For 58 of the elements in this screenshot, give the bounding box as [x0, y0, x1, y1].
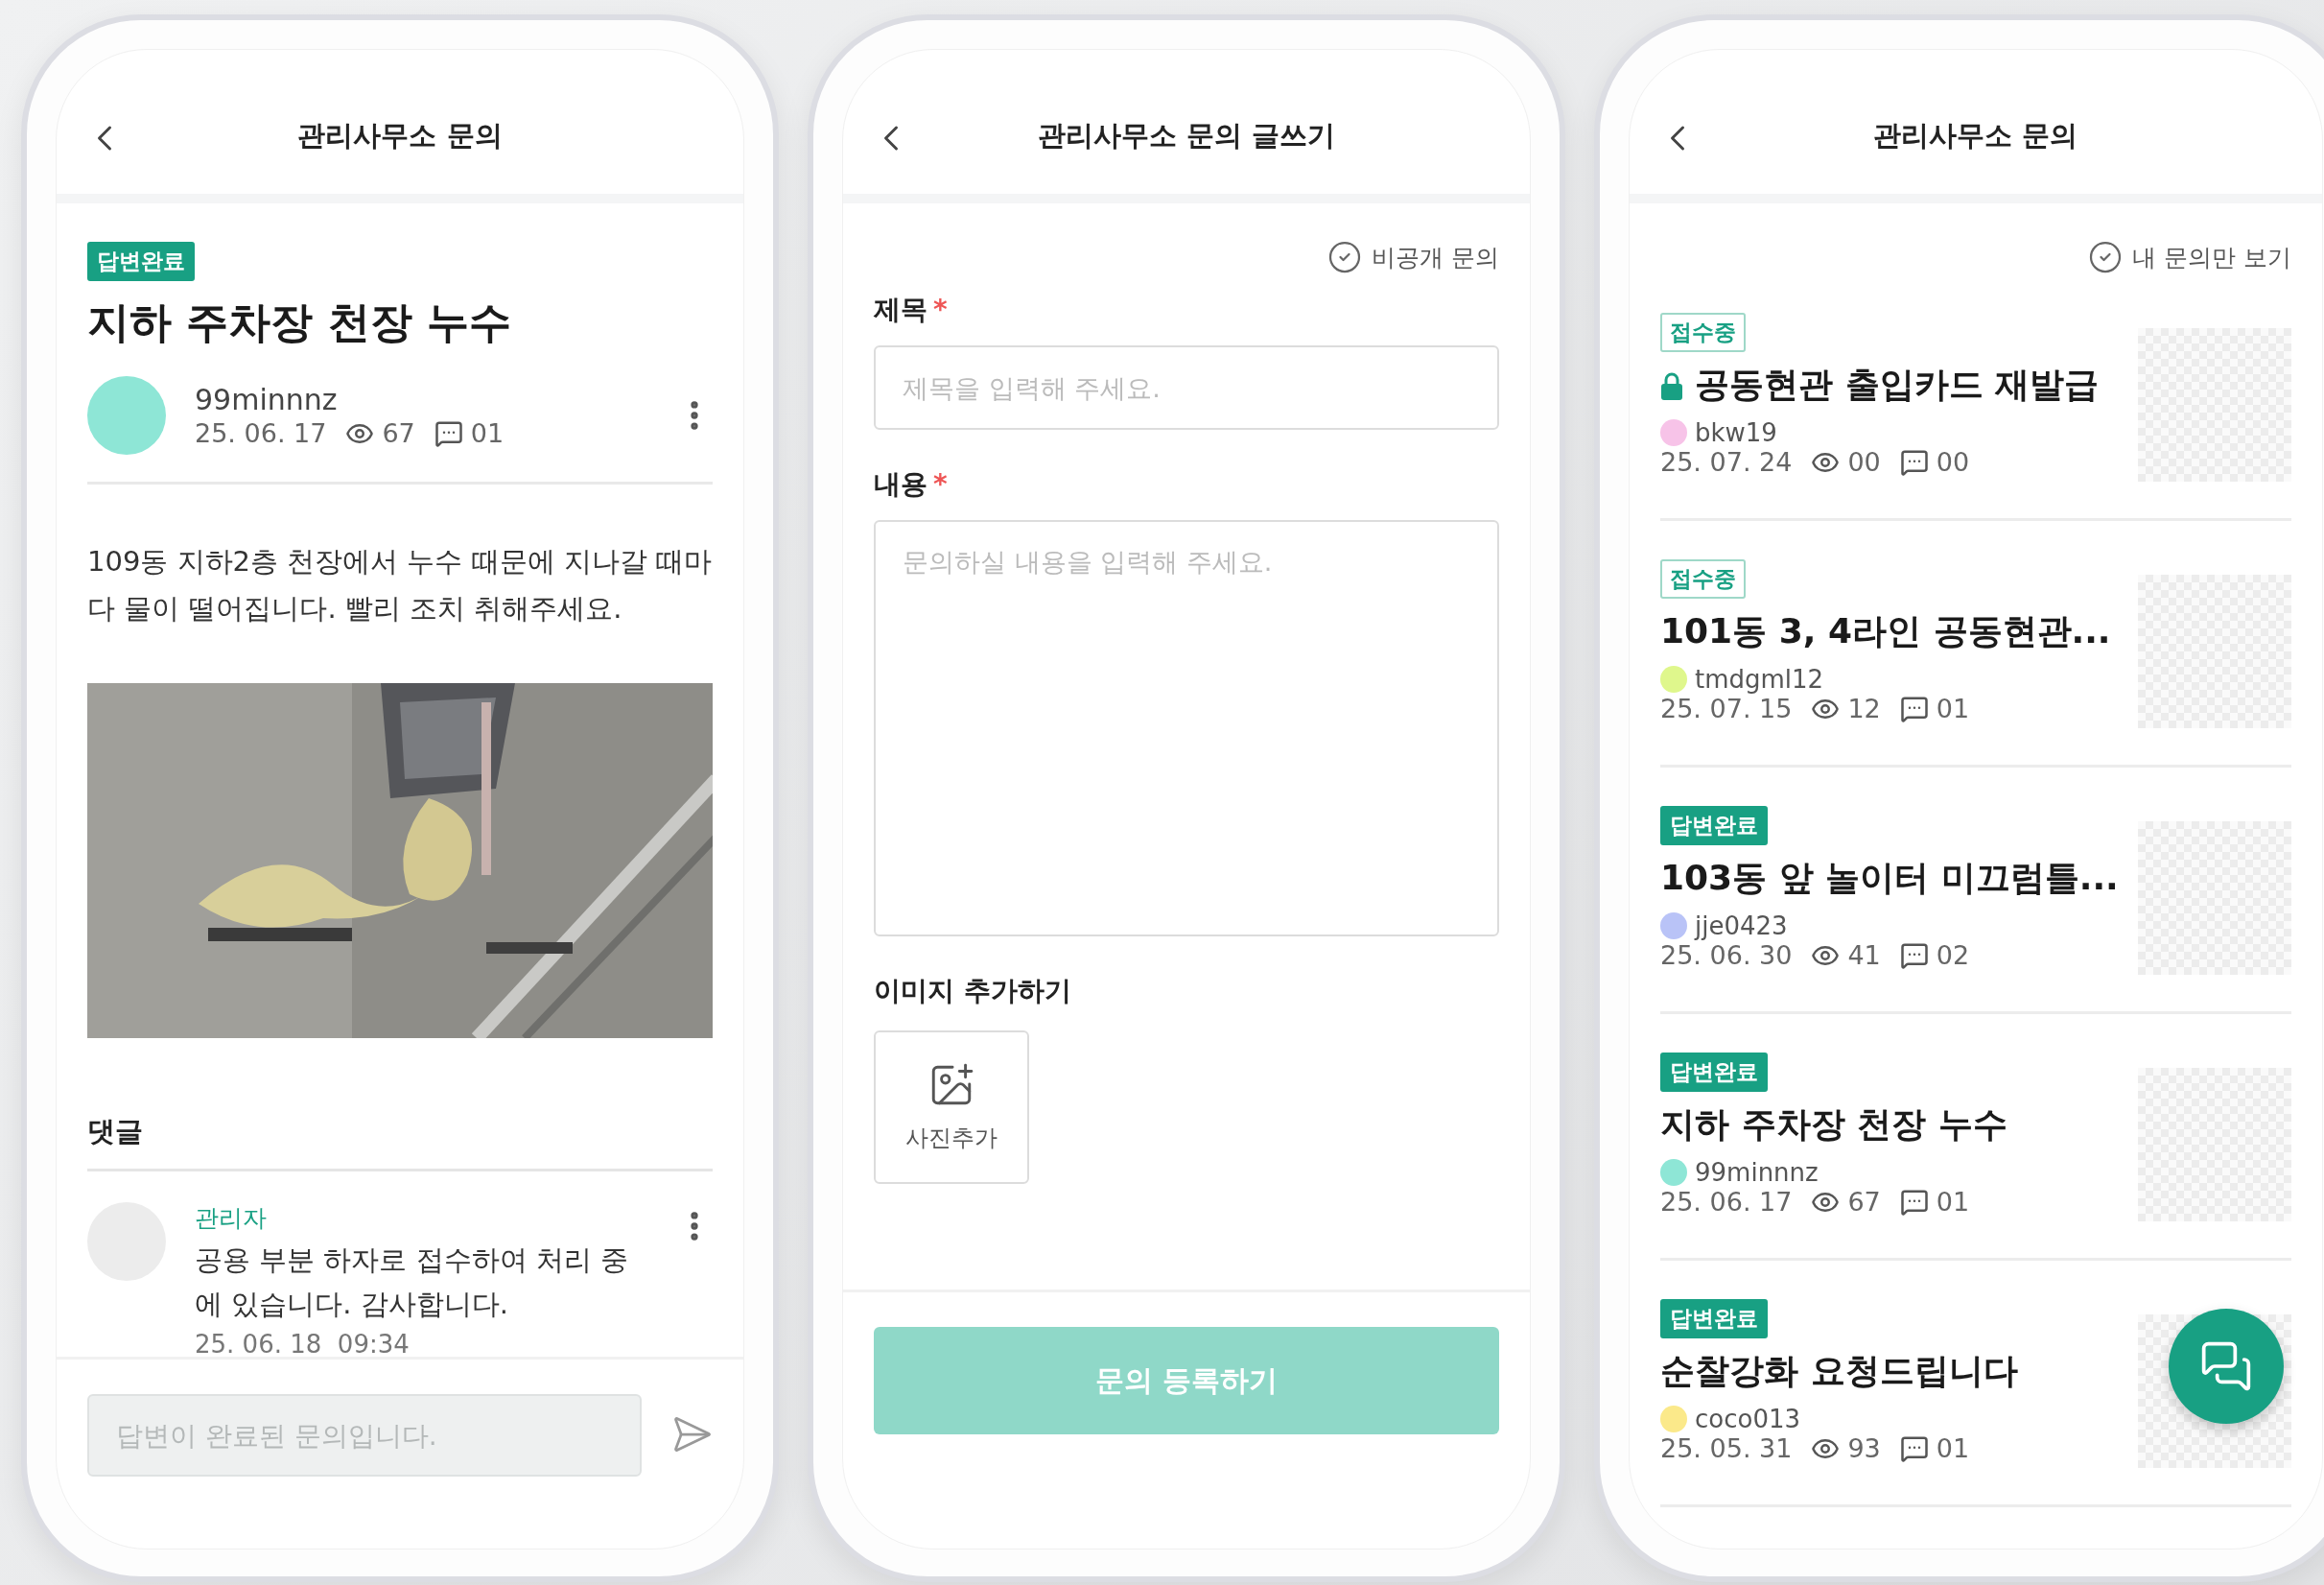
check-circle-icon: [1327, 240, 1363, 274]
view-count: 67: [1847, 1187, 1881, 1217]
status-badge: 답변완료: [87, 242, 195, 281]
comments-heading: 댓글: [87, 1112, 713, 1171]
view-count: 00: [1847, 447, 1881, 477]
status-badge: 접수중: [1660, 559, 1746, 599]
post-title: 지하 주차장 천장 누수: [87, 296, 512, 348]
status-badge: 답변완료: [1660, 806, 1768, 845]
status-badge: 접수중: [1660, 313, 1746, 352]
comment-author: 관리자: [195, 1202, 268, 1234]
author-name: jje0423: [1695, 911, 1788, 940]
comment-count: 01: [1936, 694, 1970, 723]
comment-count: 02: [1936, 940, 1970, 970]
post-date: 25. 06. 30: [1660, 940, 1793, 970]
private-checkbox[interactable]: 비공개 문의: [1327, 240, 1499, 274]
field-label: 제목 *: [874, 293, 949, 327]
field-label: 내용 *: [874, 467, 949, 502]
view-count: 41: [1847, 940, 1881, 970]
comment-time: 25. 06. 18 09:34: [195, 1330, 411, 1357]
add-photo-button[interactable]: 사진추가: [874, 1030, 1029, 1184]
post-date: 25. 07. 24: [1660, 447, 1793, 477]
post-date: 25. 06. 17: [195, 418, 327, 448]
author-name: 99minnnz: [1695, 1158, 1819, 1187]
status-badge: 답변완료: [1660, 1299, 1768, 1338]
post-title: 지하 주차장 천장 누수: [1660, 1103, 2007, 1146]
comment-count: 01: [1936, 1187, 1970, 1217]
post-title: 103동 앞 놀이터 미끄럼틀...: [1660, 857, 2119, 899]
comment-count: 01: [1936, 1433, 1970, 1463]
content-field[interactable]: 문의하실 내용을 입력해 주세요.: [874, 520, 1499, 936]
view-count: 12: [1847, 694, 1881, 723]
my-posts-checkbox[interactable]: 내 문의만 보기: [2087, 240, 2291, 274]
author-name: 99minnnz: [195, 383, 339, 416]
author-name: bkw19: [1695, 418, 1777, 447]
status-badge: 답변완료: [1660, 1053, 1768, 1092]
comment-text: 공용 부분 하자로 접수하여 처리 중에 있습니다. 감사합니다.: [195, 1242, 630, 1322]
view-count: 67: [382, 418, 415, 448]
post-item[interactable]: 접수중 공동현관 출입카드 재발급 bkw19 25. 07. 24 00 00: [1660, 274, 2291, 521]
post-body: 109동 지하2층 천장에서 누수 때문에 지나갈 때마다 물이 떨어집니다. 빨리 조치 취해주세요.: [87, 544, 713, 627]
title-field[interactable]: 제목을 입력해 주세요.: [874, 345, 1499, 430]
post-title: 101동 3, 4라인 공동현관...: [1660, 610, 2111, 652]
post-date: 25. 06. 17: [1660, 1187, 1793, 1217]
view-count: 93: [1847, 1433, 1881, 1463]
screen-title: 관리사무소 문의: [1873, 118, 2078, 154]
author-name: coco013: [1695, 1405, 1801, 1433]
post-item[interactable]: 접수중 101동 3, 4라인 공동현관... tmdgml12 25. 07. 15 12 01: [1660, 521, 2291, 768]
screen-title: 관리사무소 문의 글쓰기: [1037, 118, 1336, 154]
post-date: 25. 07. 15: [1660, 694, 1793, 723]
post-title: 순찰강화 요청드립니다: [1660, 1350, 2018, 1392]
section-heading: 이미지 추가하기: [874, 974, 1072, 1008]
post-title: 공동현관 출입카드 재발급: [1695, 364, 2100, 406]
post-date: 25. 05. 31: [1660, 1433, 1793, 1463]
post-item[interactable]: 답변완료 103동 앞 놀이터 미끄럼틀... jje0423 25. 06. 30 41 02: [1660, 768, 2291, 1014]
comment-count: 01: [470, 418, 505, 448]
author-name: tmdgml12: [1695, 665, 1824, 694]
post-item[interactable]: 답변완료 지하 주차장 천장 누수 99minnnz 25. 06. 17 67 01: [1660, 1014, 2291, 1261]
check-circle-icon: [2087, 240, 2123, 274]
comment-count: 00: [1936, 447, 1970, 477]
screen-title: 관리사무소 문의: [297, 118, 503, 154]
